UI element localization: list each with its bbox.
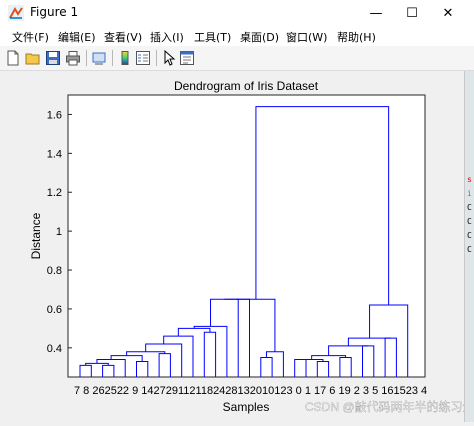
matlab-figure-icon: [8, 5, 24, 21]
menu-help[interactable]: 帮助(H): [337, 29, 376, 45]
save-icon[interactable]: [45, 50, 61, 66]
colorbar-icon[interactable]: [117, 50, 133, 66]
menu-file[interactable]: 文件(F): [12, 29, 49, 45]
strip-mark: i: [467, 189, 472, 198]
toolbar-separator: [156, 50, 157, 66]
menu-edit[interactable]: 编辑(E): [58, 29, 96, 45]
menu-desktop[interactable]: 桌面(D): [240, 29, 279, 45]
maximize-button[interactable]: ☐: [394, 0, 430, 26]
menu-view[interactable]: 查看(V): [104, 29, 142, 45]
window-title: Figure 1: [30, 5, 79, 19]
figure-toolbar: [0, 46, 474, 71]
y-tick-label: 1: [56, 226, 62, 238]
y-tick-label: 1.6: [47, 109, 62, 121]
strip-mark: C: [467, 231, 472, 240]
background-window-strip: s i C C C C: [464, 71, 474, 422]
pointer-icon[interactable]: [161, 50, 177, 66]
minimize-button[interactable]: —: [358, 0, 394, 26]
open-file-icon[interactable]: [25, 50, 41, 66]
menu-insert[interactable]: 插入(I): [150, 29, 184, 45]
chart-title: Dendrogram of Iris Dataset: [174, 79, 319, 93]
y-tick-label: 1.4: [47, 148, 62, 160]
watermark: CSDN @敲代码两年半的练习生: [305, 399, 464, 414]
new-figure-icon[interactable]: [5, 50, 21, 66]
y-tick-label: 0.8: [47, 265, 62, 277]
print-icon[interactable]: [65, 50, 81, 66]
strip-mark: C: [467, 245, 472, 254]
menu-bar: 文件(F) 编辑(E) 查看(V) 插入(I) 工具(T) 桌面(D) 窗口(W…: [0, 26, 474, 46]
figure-canvas: Dendrogram of Iris Dataset Distance Samp…: [0, 71, 474, 422]
window-titlebar: Figure 1 — ☐ ✕: [0, 0, 474, 26]
strip-mark: s: [467, 175, 472, 184]
y-tick-label: 0.4: [47, 343, 62, 355]
dendrogram-chart[interactable]: Dendrogram of Iris Dataset Distance Samp…: [0, 71, 474, 422]
maximize-icon: ☐: [406, 5, 418, 21]
menu-window[interactable]: 窗口(W): [286, 29, 327, 45]
x-axis-label: Samples: [223, 400, 270, 414]
print-preview-icon[interactable]: [91, 50, 107, 66]
strip-mark: C: [467, 217, 472, 226]
x-tick-labels: 7 8 262522 9 1427291121182428132010123 0…: [74, 385, 427, 397]
legend-icon[interactable]: [135, 50, 151, 66]
close-button[interactable]: ✕: [430, 0, 466, 26]
minimize-icon: —: [369, 5, 383, 21]
strip-mark: C: [467, 203, 472, 212]
property-editor-icon[interactable]: [179, 50, 195, 66]
y-tick-label: 0.6: [47, 304, 62, 316]
y-axis-label: Distance: [29, 212, 43, 259]
toolbar-separator: [86, 50, 87, 66]
toolbar-separator: [112, 50, 113, 66]
plot-area: [67, 94, 426, 378]
y-tick-label: 1.2: [47, 187, 62, 199]
close-icon: ✕: [442, 5, 454, 21]
menu-tools[interactable]: 工具(T): [194, 29, 231, 45]
